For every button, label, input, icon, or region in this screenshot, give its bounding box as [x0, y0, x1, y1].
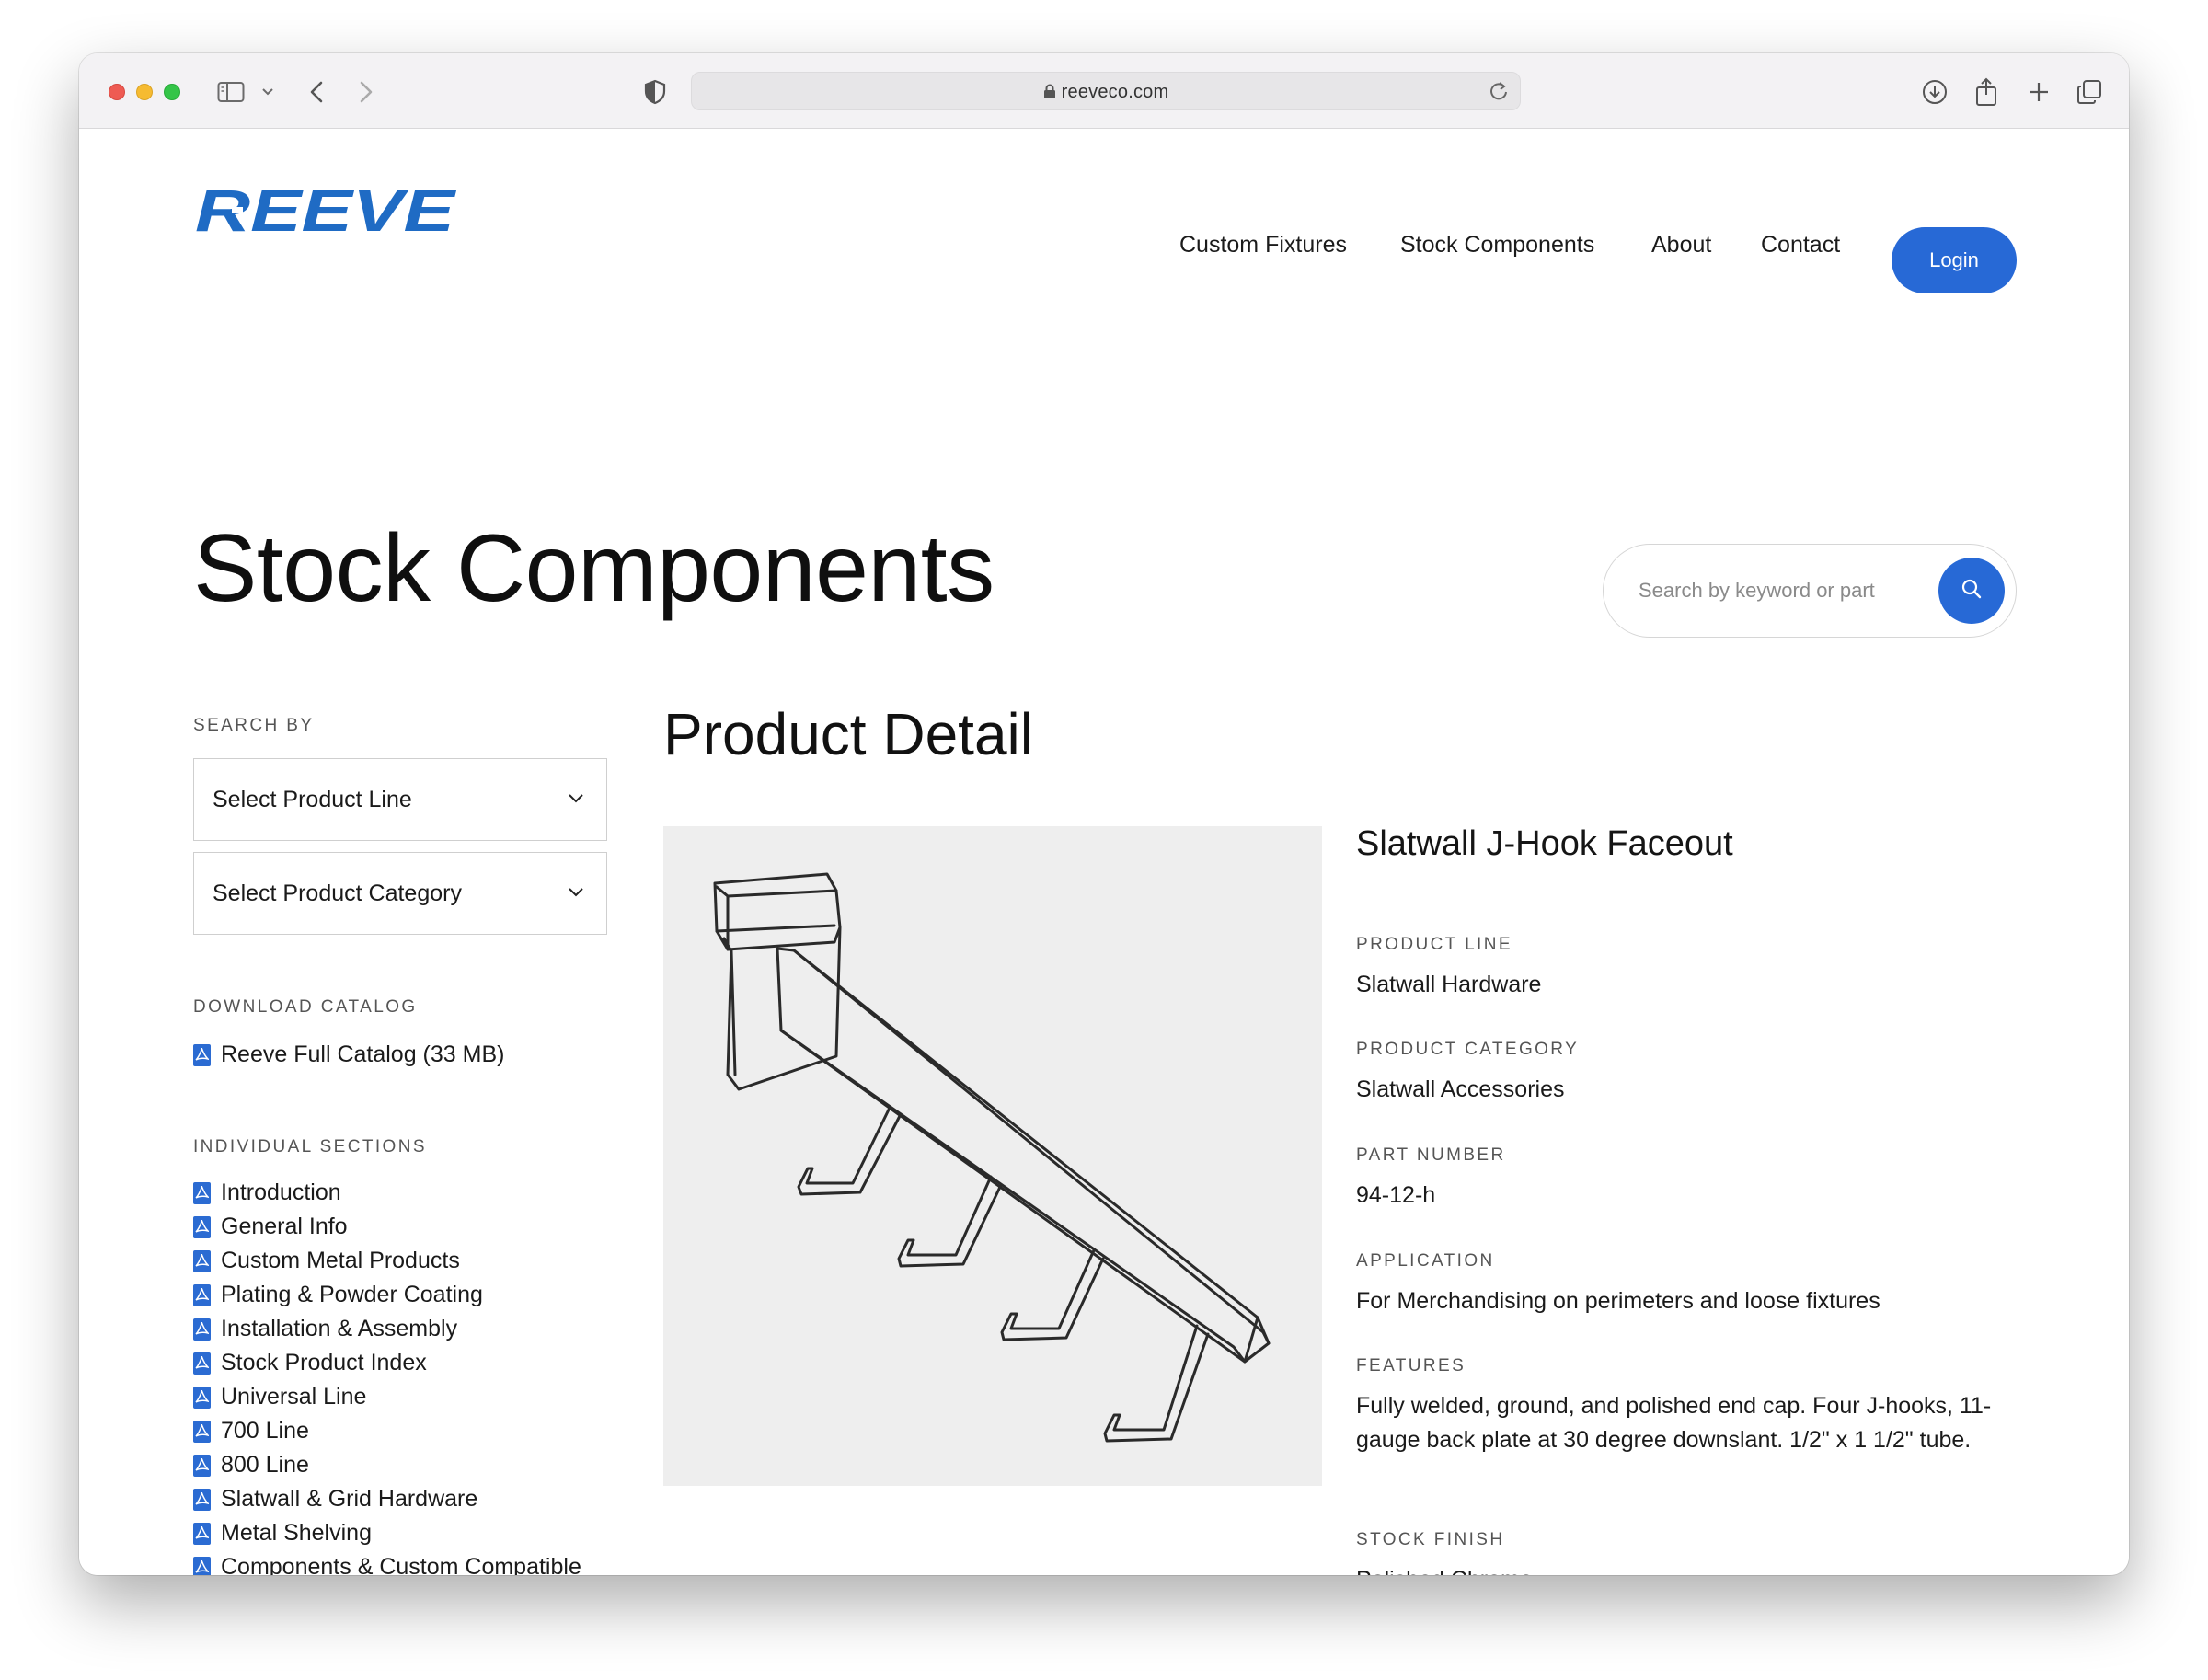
- zoom-window-button[interactable]: [164, 84, 180, 100]
- search-box: [1603, 544, 2017, 638]
- section-link[interactable]: 700 Line: [193, 1418, 309, 1444]
- product-line-select[interactable]: Select Product Line: [193, 758, 607, 841]
- product-line-value: Slatwall Hardware: [1356, 972, 1542, 997]
- search-input[interactable]: [1639, 572, 1924, 609]
- pdf-icon: [193, 1352, 211, 1375]
- search-button[interactable]: [1938, 558, 2005, 624]
- section-link[interactable]: Components & Custom Compatible: [193, 1554, 581, 1575]
- shield-icon[interactable]: [644, 74, 666, 110]
- share-icon[interactable]: [1974, 74, 1998, 110]
- reload-icon[interactable]: [1489, 81, 1509, 106]
- back-icon[interactable]: [309, 74, 324, 110]
- j-hook-faceout-drawing: [713, 872, 1271, 1443]
- section-link[interactable]: Introduction: [193, 1179, 341, 1206]
- pdf-icon: [193, 1488, 211, 1511]
- section-link-label: Installation & Assembly: [221, 1316, 458, 1341]
- close-window-button[interactable]: [109, 84, 125, 100]
- pdf-icon: [193, 1249, 211, 1272]
- pdf-icon: [193, 1215, 211, 1238]
- search-icon: [1961, 578, 1983, 604]
- section-link[interactable]: Metal Shelving: [193, 1520, 372, 1547]
- section-link[interactable]: Stock Product Index: [193, 1350, 427, 1376]
- chevron-down-icon: [568, 886, 584, 903]
- pdf-icon: [193, 1386, 211, 1409]
- product-image[interactable]: [663, 826, 1322, 1486]
- forward-icon[interactable]: [359, 74, 374, 110]
- stock-finish-value: Polished Chrome: [1356, 1563, 1533, 1575]
- section-link-label: 700 Line: [221, 1418, 309, 1444]
- pdf-icon: [193, 1318, 211, 1341]
- part-number-value: 94-12-h: [1356, 1182, 1436, 1208]
- page-title: Stock Components: [193, 515, 995, 622]
- product-category-select-value: Select Product Category: [213, 880, 462, 906]
- nav-about[interactable]: About: [1651, 232, 1711, 259]
- application-label: APPLICATION: [1356, 1251, 1495, 1271]
- product-line-label: PRODUCT LINE: [1356, 935, 1512, 954]
- pdf-icon: [193, 1181, 211, 1204]
- section-link[interactable]: 800 Line: [193, 1452, 309, 1479]
- product-category-value: Slatwall Accessories: [1356, 1076, 1565, 1102]
- sidebar-toggle-icon[interactable]: [217, 74, 245, 110]
- product-category-select[interactable]: Select Product Category: [193, 852, 607, 935]
- section-link-label: Components & Custom Compatible: [221, 1554, 581, 1575]
- section-link[interactable]: Installation & Assembly: [193, 1316, 457, 1342]
- login-button[interactable]: Login: [1892, 227, 2017, 293]
- section-link-label: 800 Line: [221, 1452, 309, 1478]
- section-link-label: Custom Metal Products: [221, 1248, 460, 1273]
- url-text: reeveco.com: [692, 82, 1520, 105]
- section-link-label: General Info: [221, 1214, 348, 1239]
- chevron-down-icon: [568, 792, 584, 809]
- pdf-icon: [193, 1454, 211, 1477]
- download-icon[interactable]: [1921, 74, 1949, 110]
- section-link-label: Universal Line: [221, 1384, 367, 1410]
- download-catalog-label: DOWNLOAD CATALOG: [193, 997, 418, 1017]
- features-label: FEATURES: [1356, 1356, 1466, 1375]
- nav-stock-components[interactable]: Stock Components: [1400, 232, 1594, 259]
- full-catalog-label: Reeve Full Catalog (33 MB): [221, 1041, 505, 1067]
- section-link[interactable]: General Info: [193, 1214, 348, 1240]
- pdf-icon: [193, 1522, 211, 1545]
- application-value: For Merchandising on perimeters and loos…: [1356, 1288, 1880, 1314]
- stock-finish-label: STOCK FINISH: [1356, 1530, 1505, 1549]
- pdf-icon: [193, 1556, 211, 1575]
- nav-contact[interactable]: Contact: [1761, 232, 1840, 259]
- address-bar[interactable]: reeveco.com: [691, 72, 1521, 110]
- search-by-label: SEARCH BY: [193, 716, 315, 735]
- lock-icon: [1043, 84, 1056, 105]
- section-link[interactable]: Universal Line: [193, 1384, 366, 1410]
- section-link-label: Plating & Powder Coating: [221, 1282, 483, 1307]
- full-catalog-link[interactable]: Reeve Full Catalog (33 MB): [193, 1041, 504, 1068]
- browser-window: reeveco.com REEVE Custom Fixtures Stock …: [79, 53, 2129, 1575]
- pdf-icon: [193, 1283, 211, 1306]
- product-line-select-value: Select Product Line: [213, 787, 412, 812]
- new-tab-icon[interactable]: [2028, 74, 2050, 110]
- web-page: REEVE Custom Fixtures Stock Components A…: [79, 130, 2129, 1575]
- tab-overview-icon[interactable]: [2076, 74, 2103, 110]
- section-link-label: Metal Shelving: [221, 1520, 372, 1546]
- chevron-down-icon[interactable]: [261, 74, 274, 110]
- minimize-window-button[interactable]: [136, 84, 153, 100]
- part-number-label: PART NUMBER: [1356, 1145, 1506, 1165]
- url-label: reeveco.com: [1061, 82, 1169, 102]
- section-link-label: Slatwall & Grid Hardware: [221, 1486, 478, 1512]
- section-link[interactable]: Plating & Powder Coating: [193, 1282, 483, 1308]
- section-link-label: Introduction: [221, 1179, 341, 1205]
- reeve-logo[interactable]: REEVE: [195, 178, 457, 244]
- section-link[interactable]: Custom Metal Products: [193, 1248, 460, 1274]
- pdf-icon: [193, 1043, 211, 1066]
- product-category-label: PRODUCT CATEGORY: [1356, 1040, 1580, 1059]
- pdf-icon: [193, 1420, 211, 1443]
- individual-sections-label: INDIVIDUAL SECTIONS: [193, 1137, 427, 1156]
- section-link-label: Stock Product Index: [221, 1350, 427, 1375]
- product-name: Slatwall J-Hook Faceout: [1356, 824, 1733, 863]
- browser-toolbar: reeveco.com: [79, 53, 2129, 129]
- product-detail-heading: Product Detail: [663, 701, 1033, 767]
- features-value: Fully welded, ground, and polished end c…: [1356, 1393, 1992, 1453]
- nav-custom-fixtures[interactable]: Custom Fixtures: [1179, 232, 1347, 259]
- section-link[interactable]: Slatwall & Grid Hardware: [193, 1486, 477, 1513]
